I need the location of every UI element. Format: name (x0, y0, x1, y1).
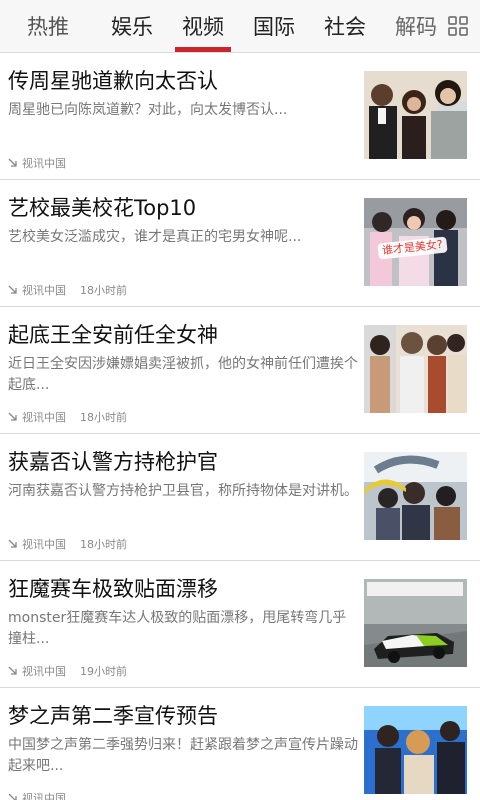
category-tabs: 热推 娱乐 视频 国际 社会 解码 (0, 0, 436, 52)
news-summary: 艺校美女泛滥成灾，谁才是真正的宅男女神呢... (8, 229, 302, 245)
news-thumbnail[interactable] (364, 325, 467, 413)
source-arrow-icon (8, 412, 17, 421)
source-arrow-icon (8, 539, 17, 548)
news-summary: monster狂魔赛车达人极致的贴面漂移，甩尾转弯几乎撞柱... (8, 610, 347, 647)
tab-international[interactable]: 国际 (239, 0, 309, 52)
news-source: 视讯中国 (22, 792, 66, 800)
grid-icon (448, 16, 468, 36)
source-arrow-icon (8, 793, 17, 800)
tab-entertainment[interactable]: 娱乐 (97, 0, 167, 52)
news-time: 18小时前 (80, 411, 127, 424)
tab-hot[interactable]: 热推 (0, 0, 96, 52)
news-thumbnail-image (364, 71, 467, 159)
news-source: 视讯中国 (22, 411, 66, 424)
source-arrow-icon (8, 666, 17, 675)
news-thumbnail-image (364, 452, 467, 540)
news-thumbnail[interactable] (364, 452, 467, 540)
tab-society[interactable]: 社会 (310, 0, 380, 52)
news-thumbnail[interactable] (364, 71, 467, 159)
news-item[interactable]: 获嘉否认警方持枪护官 河南获嘉否认警方持枪护卫县官，称所持物体是对讲机。 视讯中… (0, 434, 480, 561)
news-item[interactable]: 狂魔赛车极致贴面漂移 monster狂魔赛车达人极致的贴面漂移，甩尾转弯几乎撞柱… (0, 561, 480, 688)
source-arrow-icon (8, 158, 17, 167)
tab-video[interactable]: 视频 (168, 0, 238, 52)
news-thumbnail-image (364, 579, 467, 667)
news-title: 起底王全安前任全女神 (8, 323, 218, 347)
tab-decode[interactable]: 解码 (381, 0, 436, 52)
news-time: 19小时前 (80, 665, 127, 678)
news-title: 传周星驰道歉向太否认 (8, 69, 218, 93)
news-source: 视讯中国 (22, 157, 66, 170)
news-thumbnail[interactable] (364, 706, 467, 794)
news-title: 获嘉否认警方持枪护官 (8, 450, 218, 474)
news-summary: 周星驰已向陈岚道歉？对此，向太发博否认... (8, 102, 288, 118)
news-meta: 视讯中国 18小时前 (8, 536, 127, 552)
news-title: 艺校最美校花Top10 (8, 196, 197, 220)
news-meta: 视讯中国 18小时前 (8, 282, 127, 298)
news-time: 18小时前 (80, 284, 127, 297)
news-source: 视讯中国 (22, 538, 66, 551)
news-time: 18小时前 (80, 538, 127, 551)
news-item[interactable]: 起底王全安前任全女神 近日王全安因涉嫌嫖娼卖淫被抓，他的女神前任们遭挨个起底..… (0, 307, 480, 434)
news-item[interactable]: 艺校最美校花Top10 艺校美女泛滥成灾，谁才是真正的宅男女神呢... 视讯中国… (0, 180, 480, 307)
news-meta: 视讯中国 19小时前 (8, 663, 127, 679)
top-category-bar: 热推 娱乐 视频 国际 社会 解码 (0, 0, 480, 53)
news-meta: 视讯中国 18小时前 (8, 409, 127, 425)
news-meta: 视讯中国 (8, 155, 80, 171)
news-list: 传周星驰道歉向太否认 周星驰已向陈岚道歉？对此，向太发博否认... 视讯中国 艺… (0, 53, 480, 800)
news-title: 梦之声第二季宣传预告 (8, 704, 218, 728)
news-summary: 中国梦之声第二季强势归来！赶紧跟着梦之声宣传片躁动起来吧... (8, 737, 358, 774)
news-source: 视讯中国 (22, 284, 66, 297)
news-item[interactable]: 梦之声第二季宣传预告 中国梦之声第二季强势归来！赶紧跟着梦之声宣传片躁动起来吧.… (0, 688, 480, 800)
news-summary: 近日王全安因涉嫌嫖娼卖淫被抓，他的女神前任们遭挨个起底... (8, 356, 358, 393)
news-thumbnail-image (364, 325, 467, 413)
news-meta: 视讯中国 (8, 790, 80, 800)
news-thumbnail-image (364, 706, 467, 794)
news-source: 视讯中国 (22, 665, 66, 678)
news-summary: 河南获嘉否认警方持枪护卫县官，称所持物体是对讲机。 (8, 483, 358, 499)
news-title: 狂魔赛车极致贴面漂移 (8, 577, 218, 601)
category-grid-button[interactable] (436, 0, 480, 52)
news-item[interactable]: 传周星驰道歉向太否认 周星驰已向陈岚道歉？对此，向太发博否认... 视讯中国 (0, 53, 480, 180)
news-thumbnail[interactable] (364, 579, 467, 667)
news-thumbnail[interactable]: 谁才是美女? (364, 198, 467, 286)
source-arrow-icon (8, 285, 17, 294)
